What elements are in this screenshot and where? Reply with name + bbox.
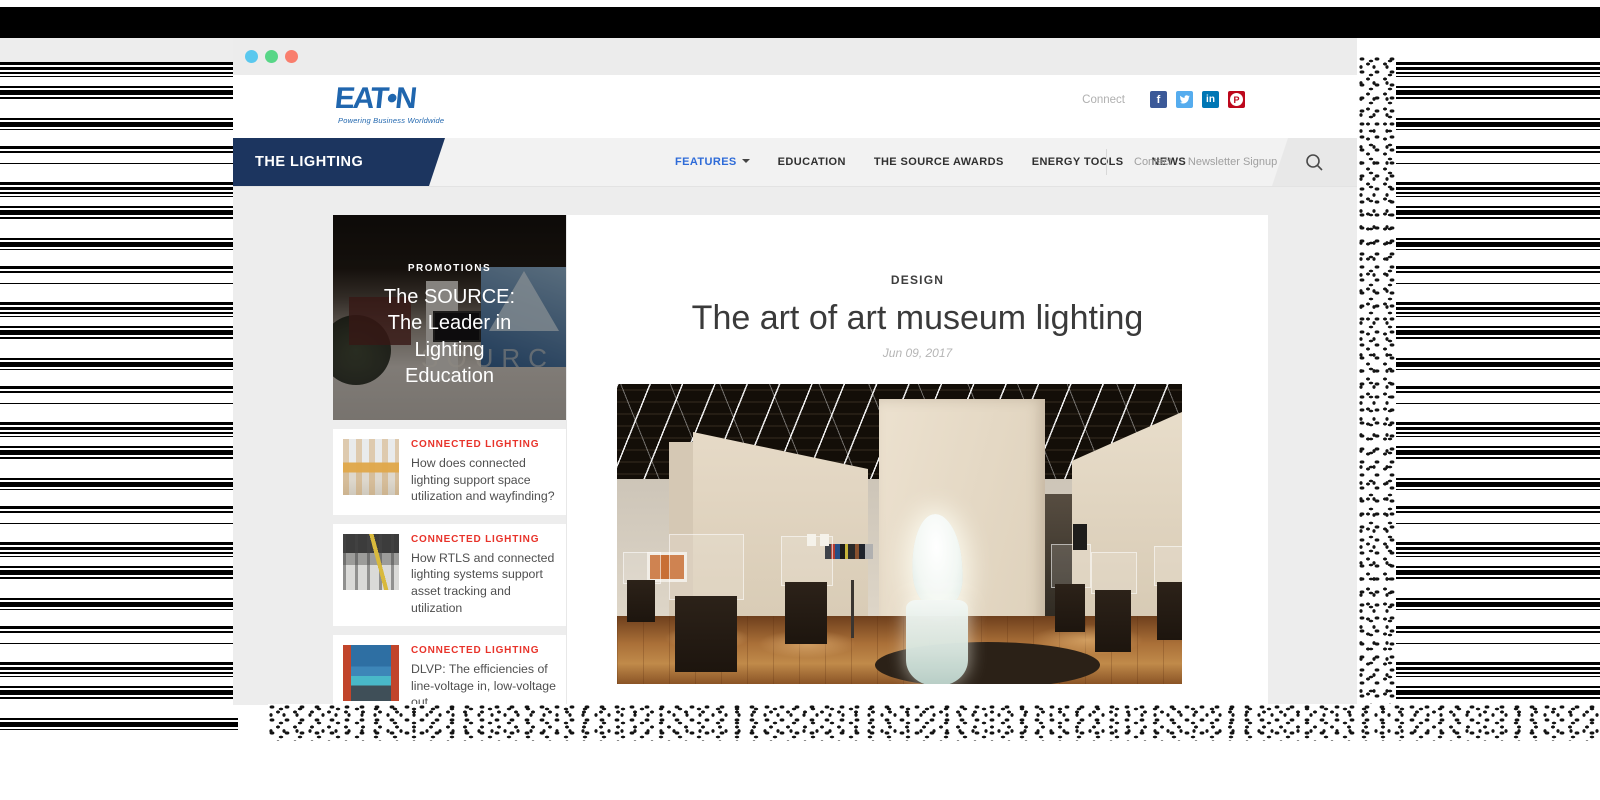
- twitter-icon[interactable]: [1176, 91, 1193, 108]
- eaton-logo-tagline: Powering Business Worldwide: [338, 116, 444, 125]
- sidebar-article-title: DLVP: The efficiencies of line-voltage i…: [411, 661, 556, 705]
- article-title: The art of art museum lighting: [567, 299, 1268, 338]
- window-control-1[interactable]: [245, 50, 258, 63]
- gallery-pedestal: [675, 596, 737, 672]
- sidebar-article-card[interactable]: CONNECTED LIGHTING How does connected li…: [333, 429, 566, 515]
- facebook-icon[interactable]: f: [1150, 91, 1167, 108]
- sidebar-article-card[interactable]: CONNECTED LIGHTING How RTLS and connecte…: [333, 524, 566, 626]
- gallery-pedestal: [1055, 584, 1085, 632]
- sidebar: SOURC PROMOTIONS The SOURCE: The Leader …: [333, 215, 566, 705]
- linkedin-icon[interactable]: in: [1202, 91, 1219, 108]
- eaton-logo[interactable]: EAT•N Powering Business Worldwide: [335, 84, 444, 125]
- glitch-speckles-bottom: [268, 704, 1600, 741]
- glitch-stripes-left: [0, 62, 238, 738]
- social-connect-row: Connect f in P: [1082, 91, 1245, 108]
- window-control-2[interactable]: [265, 50, 278, 63]
- brand-re: re: [255, 202, 269, 218]
- glass-dress-skirt: [906, 600, 968, 684]
- sidebar-thumb-office: [343, 439, 399, 495]
- window-titlebar: [233, 38, 1357, 75]
- gallery-pedestal: [1157, 582, 1182, 640]
- eaton-logo-wordmark: EAT•N: [333, 84, 445, 114]
- facebook-glyph: f: [1157, 94, 1161, 106]
- article-date: Jun 09, 2017: [567, 346, 1268, 360]
- sidebar-article-title: How RTLS and connected lighting systems …: [411, 550, 556, 616]
- glitch-stripes-right: [1396, 62, 1600, 738]
- browser-window: EAT•N Powering Business Worldwide Connec…: [233, 38, 1357, 705]
- sidebar-article-card[interactable]: CONNECTED LIGHTING DLVP: The efficiencie…: [333, 635, 566, 705]
- glitch-top-bar: [0, 7, 1600, 38]
- gallery-stanchion: [851, 580, 854, 638]
- nav-item-contact[interactable]: Contact: [1134, 156, 1172, 168]
- promo-title: The SOURCE: The Leader in Lighting Educa…: [370, 284, 530, 390]
- promo-category: PROMOTIONS: [333, 263, 566, 274]
- pinterest-icon[interactable]: P: [1228, 91, 1245, 108]
- brand-suffix: SOURCE: [269, 202, 334, 218]
- article-category: DESIGN: [567, 273, 1268, 287]
- sidebar-thumb-warehouse: [343, 534, 399, 590]
- gallery-glass-case: [669, 534, 744, 600]
- sidebar-thumb-lab: [343, 645, 399, 701]
- pinterest-glyph: P: [1230, 93, 1243, 106]
- glitch-speckles-right: [1358, 56, 1396, 740]
- nav-item-features[interactable]: FEATURES: [675, 156, 750, 168]
- promo-text: PROMOTIONS The SOURCE: The Leader in Lig…: [333, 263, 566, 390]
- gallery-glass-case: [1154, 546, 1182, 586]
- sidebar-category: CONNECTED LIGHTING: [411, 439, 556, 450]
- gallery-pedestal: [1095, 590, 1131, 652]
- nav-divider: [1106, 149, 1107, 175]
- sidebar-article-title: How does connected lighting support spac…: [411, 455, 556, 505]
- nav-item-source-awards[interactable]: THE SOURCE AWARDS: [874, 156, 1004, 168]
- promo-card[interactable]: SOURC PROMOTIONS The SOURCE: The Leader …: [333, 215, 566, 420]
- gallery-wall-label: [807, 534, 816, 546]
- chevron-down-icon: [742, 159, 750, 163]
- gallery-glass-case: [1051, 544, 1091, 588]
- gallery-wall-label: [820, 534, 829, 546]
- article-hero-image: [617, 384, 1182, 684]
- nav-item-newsletter-signup[interactable]: Newsletter Signup: [1188, 156, 1277, 168]
- twitter-bird-glyph: [1179, 94, 1191, 106]
- glitch-gray-smear: [0, 38, 233, 62]
- article-card: DESIGN The art of art museum lighting Ju…: [566, 215, 1268, 705]
- gallery-glass-case: [1091, 552, 1137, 594]
- site-header: EAT•N Powering Business Worldwide Connec…: [233, 75, 1357, 138]
- search-icon: [1305, 153, 1324, 172]
- nav-item-features-label: FEATURES: [675, 156, 737, 168]
- site-brand-banner[interactable]: THE LIGHTING reSOURCE: [233, 138, 445, 186]
- connect-label: Connect: [1082, 94, 1125, 106]
- main-navbar: THE LIGHTING reSOURCE FEATURES EDUCATION…: [233, 138, 1357, 187]
- window-control-3[interactable]: [285, 50, 298, 63]
- linkedin-glyph: in: [1206, 94, 1215, 105]
- primary-nav: FEATURES EDUCATION THE SOURCE AWARDS ENE…: [675, 138, 1186, 186]
- nav-item-education[interactable]: EDUCATION: [778, 156, 846, 168]
- gallery-pedestal: [785, 582, 827, 644]
- search-button[interactable]: [1272, 138, 1357, 186]
- secondary-nav: Contact Newsletter Signup: [1134, 138, 1277, 186]
- sidebar-category: CONNECTED LIGHTING: [411, 534, 556, 545]
- gallery-wall-label: [1073, 524, 1087, 550]
- brand-prefix: THE LIGHTING: [255, 154, 363, 170]
- nav-item-energy-tools[interactable]: ENERGY TOOLS: [1032, 156, 1124, 168]
- sidebar-category: CONNECTED LIGHTING: [411, 645, 556, 656]
- gallery-pedestal: [627, 580, 655, 622]
